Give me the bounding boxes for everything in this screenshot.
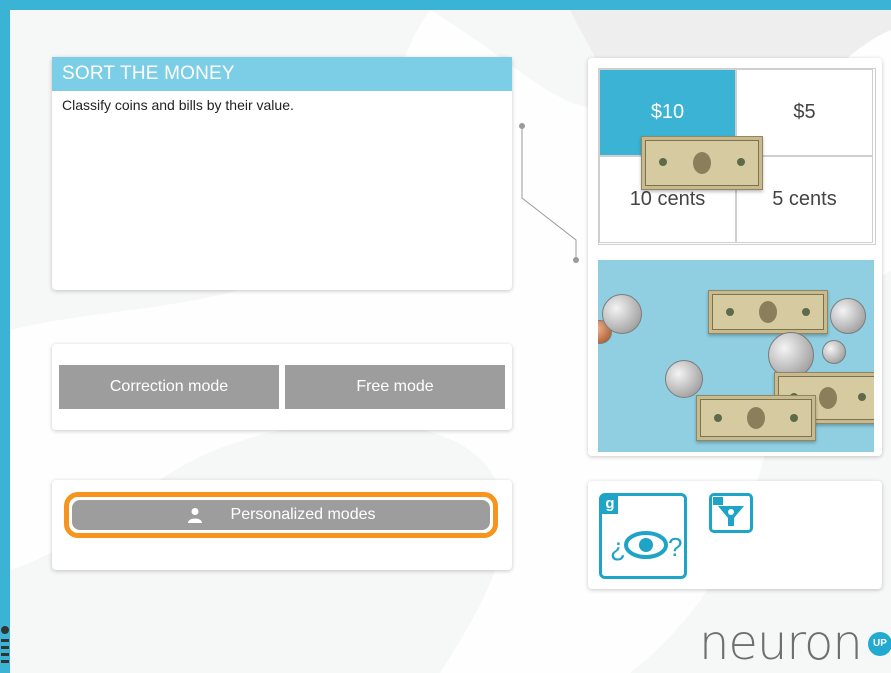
activity-description-card: SORT THE MONEY Classify coins and bills … bbox=[52, 57, 512, 290]
personalized-modes-label: Personalized modes bbox=[230, 506, 376, 523]
svg-text:¿: ¿ bbox=[610, 532, 626, 562]
coin[interactable] bbox=[602, 294, 642, 334]
funnel-icon bbox=[713, 497, 744, 526]
coin[interactable] bbox=[822, 340, 846, 364]
app-canvas: SORT THE MONEY Classify coins and bills … bbox=[10, 10, 891, 673]
ten-dollar-bill-placed[interactable] bbox=[641, 136, 763, 190]
coin[interactable] bbox=[830, 298, 866, 334]
menu-icon[interactable] bbox=[0, 625, 10, 670]
eye-question-icon: ¿ ? bbox=[610, 531, 682, 562]
user-icon bbox=[187, 508, 202, 523]
neuronup-logo-text: neuron bbox=[699, 615, 863, 671]
svg-text:?: ? bbox=[668, 532, 682, 562]
tools-card: g ¿ ? bbox=[588, 481, 882, 589]
free-mode-button[interactable]: Free mode bbox=[285, 365, 505, 409]
personalized-modes-inner: Personalized modes bbox=[72, 500, 490, 530]
activity-title: SORT THE MONEY bbox=[52, 57, 512, 91]
money-pool bbox=[598, 260, 874, 452]
coin[interactable] bbox=[665, 360, 703, 398]
personalized-card: Personalized modes bbox=[52, 480, 512, 570]
correction-mode-button[interactable]: Correction mode bbox=[59, 365, 279, 409]
activity-description: Classify coins and bills by their value. bbox=[62, 97, 294, 113]
cognitive-category-a-button[interactable] bbox=[709, 493, 753, 533]
cognitive-category-g-button[interactable]: g ¿ ? bbox=[599, 493, 687, 579]
neuronup-logo-badge: UP bbox=[868, 632, 891, 656]
dollar-bill[interactable] bbox=[708, 290, 828, 334]
category-letter: g bbox=[602, 496, 618, 514]
activity-preview-card: $10 $5 10 cents 5 cents bbox=[588, 58, 882, 456]
dollar-bill[interactable] bbox=[696, 395, 816, 441]
modes-card: Correction mode Free mode bbox=[52, 344, 512, 430]
personalized-modes-button[interactable]: Personalized modes bbox=[64, 492, 498, 538]
